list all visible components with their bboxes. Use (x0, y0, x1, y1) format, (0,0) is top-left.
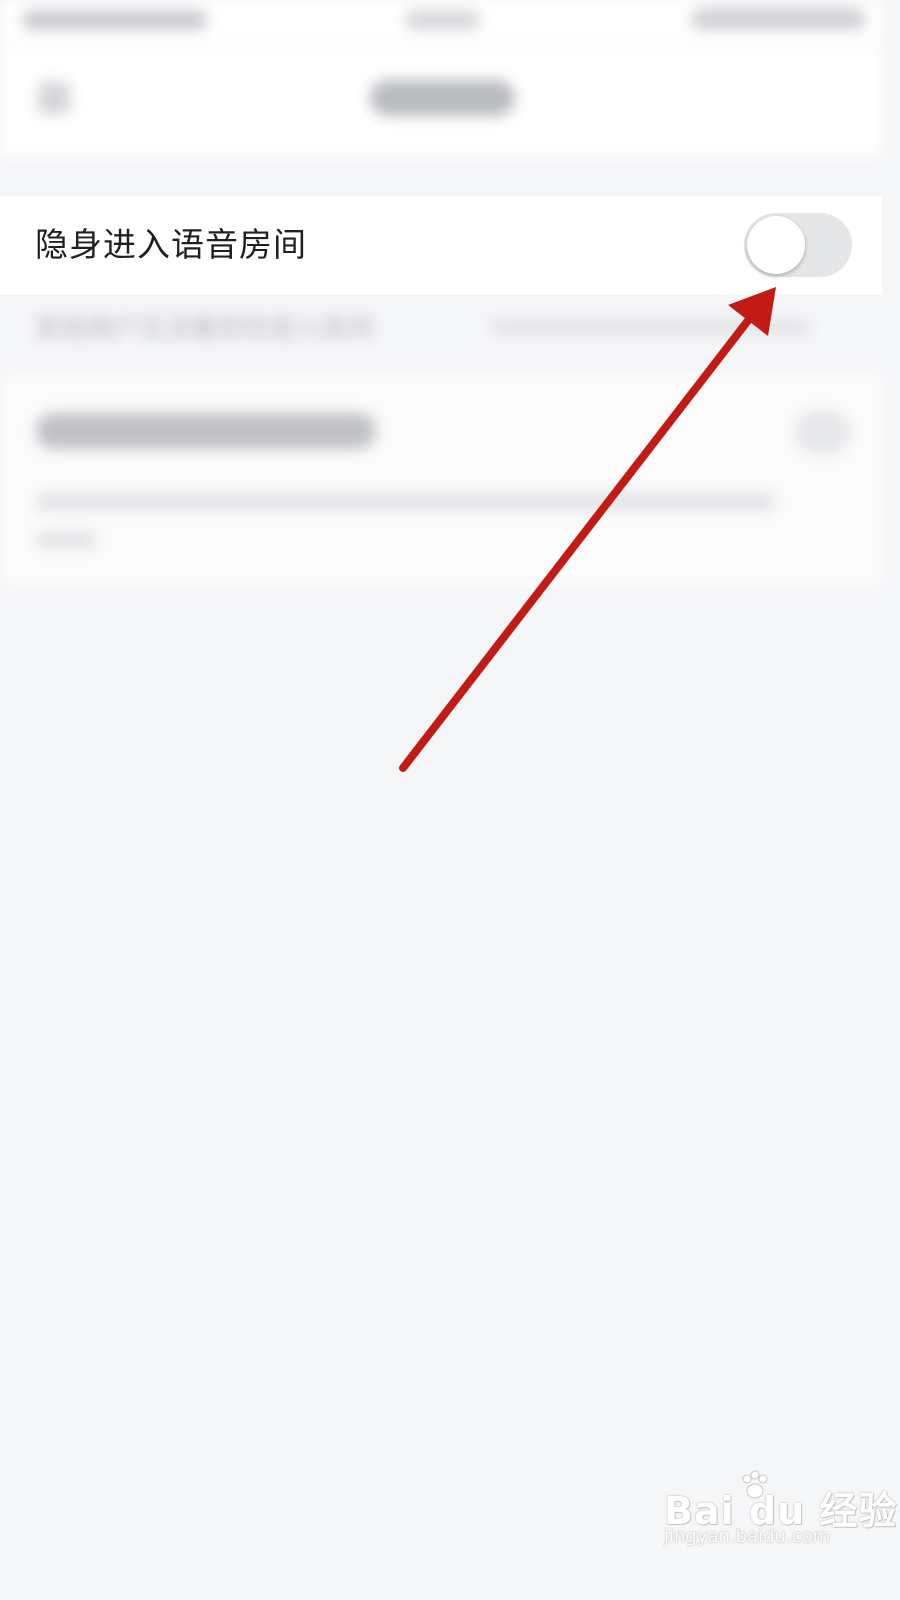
setting-label: 隐身进入语音房间 (35, 225, 307, 264)
second-setting-label (36, 413, 376, 449)
watermark-url: jingyan.baidu.com (664, 1526, 831, 1547)
paw-icon (742, 1470, 768, 1499)
invisible-mode-toggle[interactable] (744, 213, 852, 277)
status-bar-indicators (691, 8, 866, 30)
toggle-knob (747, 216, 805, 274)
status-bar-left-info (22, 10, 207, 30)
second-setting-description-tail (36, 531, 96, 549)
setting-hint: 其他用户无法看到你进入房间 (0, 300, 882, 362)
page-title (370, 80, 515, 116)
navigation-bar (0, 44, 882, 156)
setting-hint-text: 其他用户无法看到你进入房间 (35, 314, 374, 344)
status-bar-time (405, 10, 480, 30)
back-arrow-icon[interactable] (38, 82, 70, 114)
second-setting-section (0, 375, 882, 585)
second-setting-toggle[interactable] (795, 410, 850, 455)
watermark: Bai du 经验 jingyan.baidu.com (664, 1470, 896, 1550)
status-bar (0, 0, 882, 44)
second-setting-description (36, 493, 776, 511)
setting-hint-tail (490, 320, 810, 334)
